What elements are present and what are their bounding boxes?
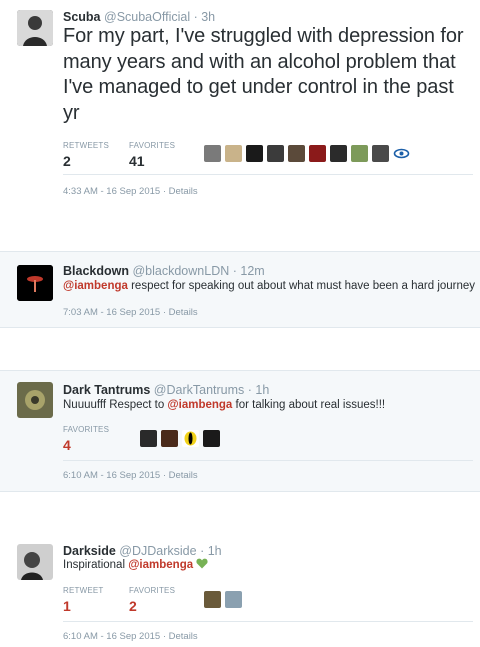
display-name[interactable]: Dark Tantrums bbox=[63, 383, 150, 397]
user-avatar[interactable] bbox=[225, 145, 242, 162]
tweet-meta[interactable]: 7:03 AM - 16 Sep 2015 · Details bbox=[63, 307, 198, 318]
timestamp[interactable]: · 1h bbox=[200, 544, 222, 558]
avatar[interactable] bbox=[17, 382, 53, 418]
tweet-body-start: Inspirational bbox=[63, 559, 129, 571]
avatar-blackdown-icon bbox=[17, 265, 53, 301]
user-avatar[interactable] bbox=[182, 430, 199, 447]
user-avatar[interactable] bbox=[267, 145, 284, 162]
user-avatar[interactable] bbox=[372, 145, 389, 162]
mention-link[interactable]: @iambenga bbox=[63, 280, 128, 292]
favoriters-avatars bbox=[140, 430, 220, 447]
username[interactable]: @DarkTantrums bbox=[154, 383, 245, 397]
yellow-eye-icon bbox=[184, 431, 197, 446]
display-name[interactable]: Blackdown bbox=[63, 264, 129, 278]
tweet-text: Nuuuufff Respect to @iambenga for talkin… bbox=[63, 398, 478, 413]
username[interactable]: @DJDarkside bbox=[119, 544, 196, 558]
favorites-count: 4 bbox=[63, 437, 71, 453]
tweet-header: Dark Tantrums @DarkTantrums · 1h bbox=[63, 383, 269, 397]
avatar[interactable] bbox=[17, 265, 53, 301]
user-avatar[interactable] bbox=[204, 145, 221, 162]
display-name[interactable]: Scuba bbox=[63, 10, 101, 24]
tweet-header: Blackdown @blackdownLDN · 12m bbox=[63, 264, 265, 278]
user-avatar[interactable] bbox=[393, 145, 410, 162]
tweet-header: Darkside @DJDarkside · 1h bbox=[63, 544, 222, 558]
green-heart-icon bbox=[196, 558, 208, 569]
tweet-meta[interactable]: 4:33 AM - 16 Sep 2015 · Details bbox=[63, 186, 198, 197]
favoriters-avatars bbox=[204, 145, 410, 162]
divider bbox=[63, 460, 473, 461]
tweet-scuba: Scuba @ScubaOfficial · 3h For my part, I… bbox=[0, 0, 480, 210]
favorites-label: FAVORITES bbox=[129, 141, 176, 150]
favoriters-avatars bbox=[204, 591, 242, 608]
favorites-count: 41 bbox=[129, 153, 145, 169]
avatar[interactable] bbox=[17, 10, 53, 46]
username[interactable]: @ScubaOfficial bbox=[104, 10, 190, 24]
mention-link[interactable]: @iambenga bbox=[128, 559, 193, 571]
tweet-meta[interactable]: 6:10 AM - 16 Sep 2015 · Details bbox=[63, 631, 198, 642]
user-avatar[interactable] bbox=[330, 145, 347, 162]
favorites-stat[interactable]: FAVORITES 4 bbox=[63, 425, 109, 453]
tweet-body: respect for speaking out about what must… bbox=[127, 280, 476, 292]
tweet-text: For my part, I've struggled with depress… bbox=[63, 25, 464, 124]
tweet-body-start: Nuuuufff Respect to bbox=[63, 399, 168, 411]
retweets-label: RETWEETS bbox=[63, 141, 110, 150]
avatar-scuba-icon bbox=[17, 10, 53, 46]
retweets-stat[interactable]: RETWEET 1 bbox=[63, 586, 104, 614]
timestamp[interactable]: · 12m bbox=[233, 264, 265, 278]
favorites-stat[interactable]: FAVORITES 41 bbox=[129, 141, 175, 169]
favorites-label: FAVORITES bbox=[129, 586, 176, 595]
favorites-stat[interactable]: FAVORITES 2 bbox=[129, 586, 175, 614]
user-avatar[interactable] bbox=[203, 430, 220, 447]
eye-icon bbox=[393, 148, 410, 159]
retweets-label: RETWEET bbox=[63, 586, 104, 595]
mention-link[interactable]: @iambenga bbox=[167, 399, 232, 411]
tweet-darkside: Darkside @DJDarkside · 1h Inspirational … bbox=[0, 533, 480, 647]
tweet-meta[interactable]: 6:10 AM - 16 Sep 2015 · Details bbox=[63, 470, 198, 481]
divider bbox=[63, 174, 473, 175]
tweet-text: @iambenga respect for speaking out about… bbox=[63, 279, 478, 294]
tweet-body-end: for talking about real issues!!! bbox=[232, 399, 386, 411]
avatar-darktantrums-icon bbox=[17, 382, 53, 418]
retweets-count: 1 bbox=[63, 598, 71, 614]
avatar-darkside-icon bbox=[17, 544, 53, 580]
retweets-stat[interactable]: RETWEETS 2 bbox=[63, 141, 109, 169]
user-avatar[interactable] bbox=[140, 430, 157, 447]
timestamp[interactable]: · 1h bbox=[248, 383, 270, 397]
user-avatar[interactable] bbox=[309, 145, 326, 162]
favorites-count: 2 bbox=[129, 598, 137, 614]
timestamp[interactable]: · 3h bbox=[194, 10, 216, 24]
user-avatar[interactable] bbox=[351, 145, 368, 162]
display-name[interactable]: Darkside bbox=[63, 544, 116, 558]
tweet-darktantrums: Dark Tantrums @DarkTantrums · 1h Nuuuuff… bbox=[0, 370, 480, 492]
avatar[interactable] bbox=[17, 544, 53, 580]
user-avatar[interactable] bbox=[204, 591, 221, 608]
tweet-header: Scuba @ScubaOfficial · 3h bbox=[63, 10, 215, 24]
username[interactable]: @blackdownLDN bbox=[132, 264, 229, 278]
user-avatar[interactable] bbox=[225, 591, 242, 608]
user-avatar[interactable] bbox=[246, 145, 263, 162]
user-avatar[interactable] bbox=[288, 145, 305, 162]
tweet-text: Inspirational @iambenga bbox=[63, 558, 478, 573]
retweets-count: 2 bbox=[63, 153, 71, 169]
user-avatar[interactable] bbox=[161, 430, 178, 447]
tweet-blackdown: Blackdown @blackdownLDN · 12m @iambenga … bbox=[0, 251, 480, 328]
divider bbox=[63, 621, 473, 622]
favorites-label: FAVORITES bbox=[63, 425, 110, 434]
